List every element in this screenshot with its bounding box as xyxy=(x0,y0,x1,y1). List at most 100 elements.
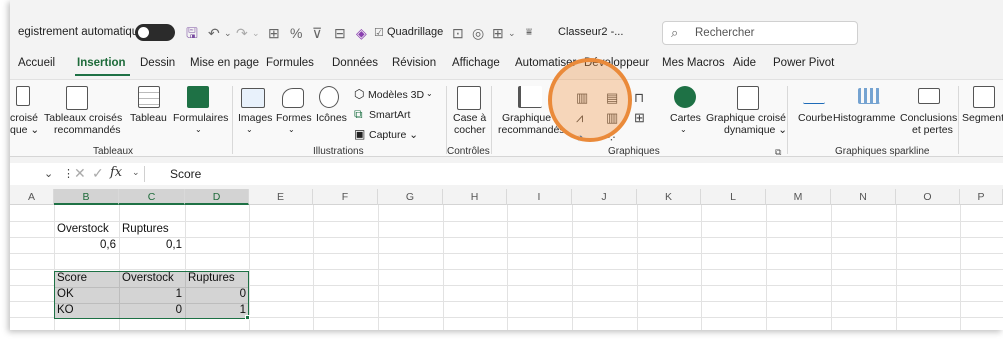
tab-dessin[interactable]: Dessin xyxy=(140,57,175,69)
format-cells-icon[interactable]: ⊞ xyxy=(268,24,280,42)
cell-ruptures-weight[interactable]: 0,1 xyxy=(119,238,182,253)
redo-dropdown-icon[interactable]: ⌄ xyxy=(252,24,260,42)
column-header[interactable]: A xyxy=(10,189,54,205)
forms-dropdown-icon[interactable]: ⌄ xyxy=(195,124,202,136)
pivot-table-icon[interactable] xyxy=(16,86,30,106)
undo-dropdown-icon[interactable]: ⌄ xyxy=(224,24,232,42)
cell-row-label[interactable]: OK xyxy=(57,287,74,302)
pivot-chart-label-1[interactable]: Graphique croisé xyxy=(706,112,786,124)
column-header[interactable]: D xyxy=(185,189,249,205)
recommended-charts-label-2[interactable]: recommandés xyxy=(498,124,565,136)
capture-icon[interactable]: ▣ xyxy=(354,128,365,140)
maps-label[interactable]: Cartes xyxy=(670,112,701,124)
column-header[interactable]: P xyxy=(960,189,1003,205)
autosave-toggle[interactable] xyxy=(135,24,175,41)
cell-value[interactable]: 1 xyxy=(119,287,182,302)
sort-icon[interactable]: ⊞ xyxy=(492,24,504,42)
column-header[interactable]: G xyxy=(378,189,443,205)
sort-dropdown-icon[interactable]: ⌄ xyxy=(508,24,516,42)
insert-function-icon[interactable]: fx xyxy=(110,165,122,180)
tab-revision[interactable]: Révision xyxy=(392,57,436,69)
cell-ruptures-label[interactable]: Ruptures xyxy=(122,222,169,237)
column-header[interactable]: C xyxy=(119,189,185,205)
sparkline-column-icon[interactable] xyxy=(858,88,880,104)
forms-label[interactable]: Formulaires xyxy=(173,112,228,124)
sparkline-line-label[interactable]: Courbe xyxy=(798,112,832,124)
images-label[interactable]: Images xyxy=(238,112,272,124)
recommended-pivot-label-1[interactable]: Tableaux croisés xyxy=(44,112,122,124)
shapes-label[interactable]: Formes xyxy=(276,112,312,124)
maps-dropdown-icon[interactable]: ⌄ xyxy=(680,124,687,136)
gridlines-checkbox-icon[interactable]: ☑ xyxy=(374,24,384,42)
cell-value[interactable]: 0 xyxy=(185,287,246,302)
images-dropdown-icon[interactable]: ⌄ xyxy=(246,124,253,136)
pivot-table-label-2[interactable]: que ⌄ xyxy=(10,124,39,136)
column-header[interactable]: E xyxy=(249,189,313,205)
tab-mes-macros[interactable]: Mes Macros xyxy=(662,57,725,69)
cell-header-ruptures[interactable]: Ruptures xyxy=(188,271,235,286)
pivot-chart-icon[interactable] xyxy=(737,86,759,110)
camera-icon[interactable]: ◎ xyxy=(472,24,484,42)
pivot-chart-label-2[interactable]: dynamique ⌄ xyxy=(724,124,787,136)
enter-icon[interactable]: ✓ xyxy=(92,165,104,182)
models-3d-dropdown-icon[interactable]: ⌄ xyxy=(426,88,433,100)
maps-icon[interactable] xyxy=(674,86,696,108)
slicer-icon[interactable] xyxy=(973,86,995,108)
tab-donnees[interactable]: Données xyxy=(332,57,378,69)
cell-value[interactable]: 0 xyxy=(119,303,182,318)
icons-label[interactable]: Icônes xyxy=(316,112,347,124)
cancel-icon[interactable]: ✕ xyxy=(74,165,86,182)
column-header[interactable]: B xyxy=(54,189,119,205)
freeze-panes-icon[interactable]: ⊟ xyxy=(334,24,346,42)
icons-icon[interactable] xyxy=(319,86,339,108)
models-3d-icon[interactable]: ⬡ xyxy=(354,88,364,100)
column-header[interactable]: K xyxy=(637,189,701,205)
redo-icon[interactable]: ↷ xyxy=(236,24,248,42)
tab-formules[interactable]: Formules xyxy=(266,57,314,69)
formula-input[interactable]: Score xyxy=(170,167,201,181)
sheet-grid[interactable]: Overstock Ruptures 0,6 0,1 Score Oversto… xyxy=(10,205,1003,330)
waterfall-chart-icon[interactable]: ⊓ xyxy=(634,91,644,104)
smartart-icon[interactable]: ⧉ xyxy=(354,108,363,120)
smartart-label[interactable]: SmartArt xyxy=(369,109,410,121)
column-header[interactable]: L xyxy=(701,189,766,205)
cell-row-label[interactable]: KO xyxy=(57,303,74,318)
customize-qat-icon[interactable]: ⩸ xyxy=(526,24,532,42)
cell-overstock-weight[interactable]: 0,6 xyxy=(54,238,116,253)
shapes-dropdown-icon[interactable]: ⌄ xyxy=(288,124,295,136)
forms-icon[interactable] xyxy=(187,86,209,108)
checkbox-control-icon[interactable] xyxy=(457,86,481,110)
capture-label[interactable]: Capture ⌄ xyxy=(369,129,418,141)
function-dropdown-icon[interactable]: ⌄ xyxy=(132,167,140,178)
undo-icon[interactable]: ↶ xyxy=(208,24,220,42)
table-icon[interactable]: ⊡ xyxy=(452,24,464,42)
models-3d-label[interactable]: Modèles 3D xyxy=(368,89,424,101)
images-icon[interactable] xyxy=(241,88,265,108)
table-insert-icon[interactable] xyxy=(138,86,160,108)
dialog-launcher-icon[interactable]: ⧉ xyxy=(775,146,781,158)
column-header[interactable]: F xyxy=(313,189,378,205)
table-insert-label[interactable]: Tableau xyxy=(130,112,167,124)
column-header[interactable]: O xyxy=(896,189,960,205)
sparkline-column-label[interactable]: Histogramme xyxy=(833,112,895,124)
fill-color-icon[interactable]: ◈ xyxy=(356,24,367,42)
tab-accueil[interactable]: Accueil xyxy=(18,57,55,69)
name-box-dropdown-icon[interactable]: ⌄ xyxy=(44,167,53,180)
cell-value[interactable]: 1 xyxy=(185,303,246,318)
tab-mise-en-page[interactable]: Mise en page xyxy=(190,57,259,69)
cell-header-overstock[interactable]: Overstock xyxy=(122,271,174,286)
checkbox-control-label-2[interactable]: cocher xyxy=(454,124,486,136)
cell-header-score[interactable]: Score xyxy=(57,271,87,286)
recommended-pivot-label-2[interactable]: recommandés xyxy=(54,124,121,136)
tab-power-pivot[interactable]: Power Pivot xyxy=(773,57,834,69)
filter-icon[interactable]: ⊽ xyxy=(312,24,322,42)
sparkline-winloss-icon[interactable] xyxy=(918,88,940,104)
cell-overstock-label[interactable]: Overstock xyxy=(57,222,109,237)
slicer-label[interactable]: Segment xyxy=(962,112,1003,124)
recommended-charts-label-1[interactable]: Graphique xyxy=(502,112,551,124)
sparkline-winloss-label-2[interactable]: et pertes xyxy=(912,124,953,136)
column-header[interactable]: N xyxy=(831,189,896,205)
tab-affichage[interactable]: Affichage xyxy=(452,57,500,69)
column-header[interactable]: I xyxy=(507,189,572,205)
sparkline-line-icon[interactable] xyxy=(803,88,825,104)
